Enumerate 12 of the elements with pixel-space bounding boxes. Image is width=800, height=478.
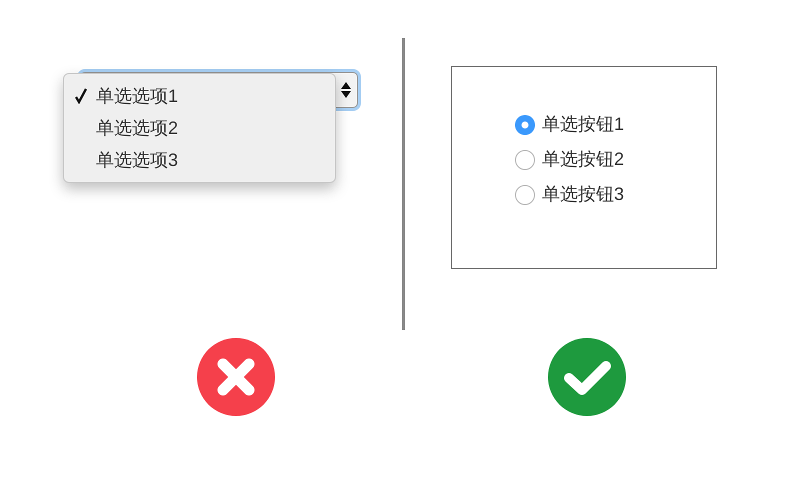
radio-label[interactable]: 单选按钮3 bbox=[542, 181, 624, 208]
up-down-arrows-icon bbox=[341, 82, 351, 98]
checkmark-icon bbox=[548, 338, 626, 416]
radio-button[interactable] bbox=[514, 184, 536, 206]
menu-option[interactable]: 单选选项2 bbox=[64, 112, 335, 144]
cross-icon bbox=[197, 338, 275, 416]
radio-button[interactable] bbox=[514, 148, 536, 170]
radio-label[interactable]: 单选按钮1 bbox=[542, 111, 624, 138]
radio-label[interactable]: 单选按钮2 bbox=[542, 146, 624, 173]
menu-option[interactable]: 单选选项3 bbox=[64, 144, 335, 176]
menu-option[interactable]: 单选选项1 bbox=[64, 80, 335, 112]
radio-button[interactable] bbox=[514, 114, 536, 136]
